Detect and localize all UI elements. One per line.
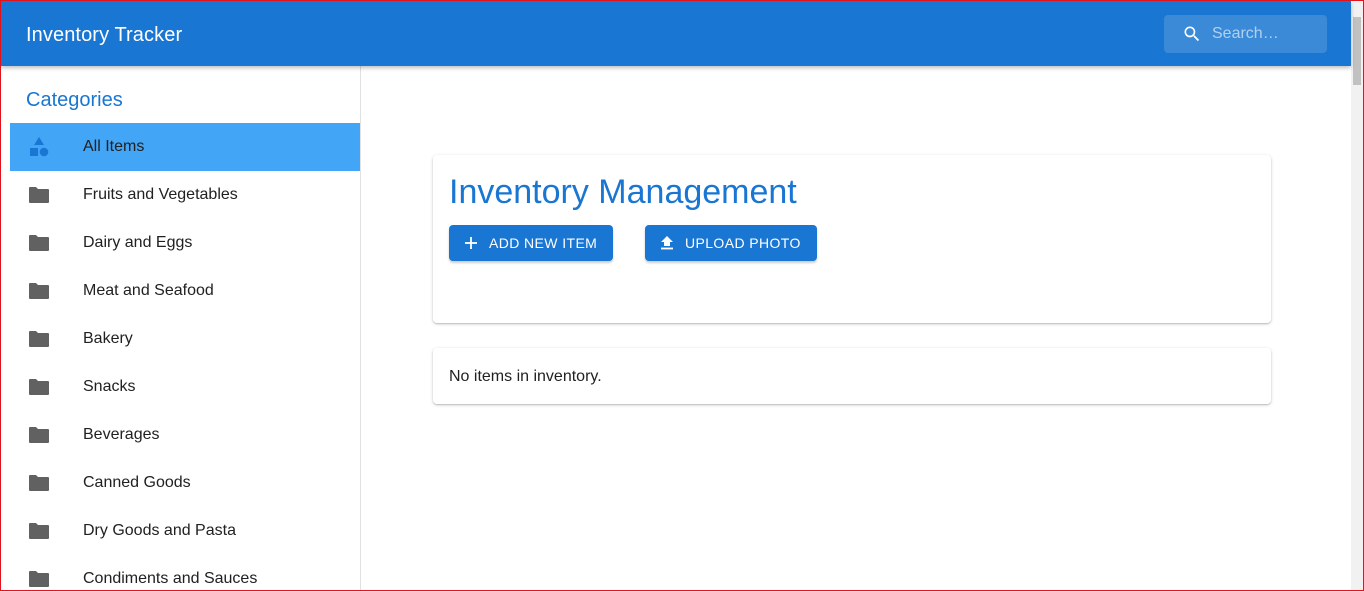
folder-icon — [29, 475, 49, 491]
sidebar-item-beverages[interactable]: Beverages — [10, 411, 360, 459]
upload-photo-label: UPLOAD PHOTO — [685, 235, 801, 251]
sidebar-item-label: All Items — [83, 138, 145, 155]
search-input[interactable] — [1212, 24, 1320, 44]
search-icon — [1184, 26, 1200, 42]
app-window: Inventory Tracker Categories All Items — [0, 0, 1364, 591]
sidebar-heading: Categories — [26, 89, 123, 111]
category-shapes-icon — [30, 137, 49, 157]
plus-icon — [465, 237, 477, 249]
scrollbar-thumb[interactable] — [1353, 17, 1361, 85]
main-content: Inventory Management ADD NEW ITEM UPLOAD… — [361, 66, 1351, 590]
folder-icon — [29, 523, 49, 539]
sidebar-item-snacks[interactable]: Snacks — [10, 363, 360, 411]
folder-icon — [29, 235, 49, 251]
search-box[interactable] — [1164, 15, 1327, 53]
inventory-header-card: Inventory Management ADD NEW ITEM UPLOAD… — [433, 155, 1271, 323]
folder-icon — [29, 283, 49, 299]
sidebar-item-all-items[interactable]: All Items — [10, 123, 360, 171]
inventory-list-card: No items in inventory. — [433, 348, 1271, 404]
vertical-scrollbar[interactable] — [1351, 1, 1363, 590]
folder-icon — [29, 571, 49, 587]
sidebar-item-fruits-and-vegetables[interactable]: Fruits and Vegetables — [10, 171, 360, 219]
sidebar-item-label: Canned Goods — [83, 474, 191, 491]
folder-icon — [29, 427, 49, 443]
add-new-item-label: ADD NEW ITEM — [489, 235, 598, 251]
app-bar: Inventory Tracker — [1, 1, 1351, 66]
sidebar-item-label: Beverages — [83, 426, 160, 443]
add-new-item-button[interactable]: ADD NEW ITEM — [449, 225, 613, 261]
category-list: All Items Fruits and Vegetables Dairy an… — [10, 123, 360, 590]
sidebar-item-label: Meat and Seafood — [83, 282, 214, 299]
sidebar-item-label: Dry Goods and Pasta — [83, 522, 236, 539]
sidebar-item-dry-goods-and-pasta[interactable]: Dry Goods and Pasta — [10, 507, 360, 555]
sidebar-item-dairy-and-eggs[interactable]: Dairy and Eggs — [10, 219, 360, 267]
sidebar: Categories All Items Fruits and Vegetabl… — [1, 66, 361, 590]
app-title: Inventory Tracker — [26, 24, 183, 46]
upload-icon — [661, 236, 673, 250]
sidebar-item-label: Fruits and Vegetables — [83, 186, 238, 203]
sidebar-item-label: Snacks — [83, 378, 136, 395]
empty-state-message: No items in inventory. — [449, 368, 602, 385]
sidebar-item-label: Dairy and Eggs — [83, 234, 193, 251]
sidebar-item-meat-and-seafood[interactable]: Meat and Seafood — [10, 267, 360, 315]
page-title: Inventory Management — [449, 173, 797, 211]
folder-icon — [29, 331, 49, 347]
folder-icon — [29, 187, 49, 203]
sidebar-item-label: Condiments and Sauces — [83, 570, 258, 587]
sidebar-item-canned-goods[interactable]: Canned Goods — [10, 459, 360, 507]
upload-photo-button[interactable]: UPLOAD PHOTO — [645, 225, 817, 261]
sidebar-item-bakery[interactable]: Bakery — [10, 315, 360, 363]
sidebar-item-label: Bakery — [83, 330, 133, 347]
sidebar-item-condiments-and-sauces[interactable]: Condiments and Sauces — [10, 555, 360, 590]
folder-icon — [29, 379, 49, 395]
